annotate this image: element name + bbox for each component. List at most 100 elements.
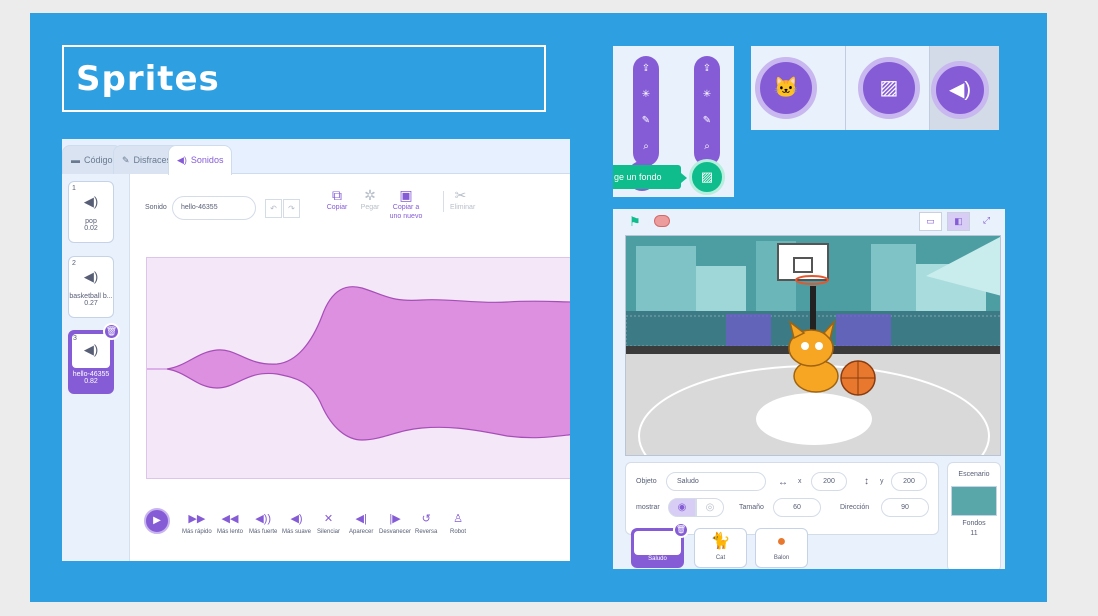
sound-toolbar: Sonido hello-46355 ↶ ↷ ⧉ Copiar ✲ Pegar ▣ C… xyxy=(137,187,567,242)
effect-robot[interactable]: ♙ Robot xyxy=(450,512,466,535)
sound-list: 1 ◀) pop 0.02 2 ◀) basketball b... 0.27 … xyxy=(62,174,130,561)
copy-new-icon: ▣ xyxy=(399,187,413,203)
stage-panel-screenshot: ⚑ ▭ ◧ ⤢ Objeto Saludo ↔ x 200 ↕ y 200 mo… xyxy=(613,209,1005,569)
sprite-thumb-cat[interactable]: 🐈 Cat xyxy=(694,528,747,568)
softer-icon: ◀) xyxy=(290,513,303,525)
eye-hidden-icon: ◎ xyxy=(705,502,715,513)
cat-sprite-icon: 🐈 xyxy=(710,533,731,550)
direction-input[interactable]: 90 xyxy=(881,498,929,517)
robot-icon: ♙ xyxy=(453,513,463,525)
trash-icon[interactable]: 🗑 xyxy=(103,323,120,340)
x-input[interactable]: 200 xyxy=(811,472,847,491)
paste-icon: ✲ xyxy=(364,187,376,203)
backdrop-menu-pill: ⇪ ✳ ✎ ⌕ xyxy=(694,56,720,166)
editor-tabs: ▬ Código ✎ Disfraces ◀) Sonidos xyxy=(62,139,570,175)
stop-icon[interactable] xyxy=(654,215,670,227)
effect-reverse[interactable]: ↺ Reversa xyxy=(415,512,437,535)
effect-faster[interactable]: ▶▶ Más rápido xyxy=(182,512,212,535)
small-stage-button[interactable]: ▭ xyxy=(919,212,942,231)
speaker-icon: ◀) xyxy=(177,155,187,165)
surprise-icon[interactable]: ✳ xyxy=(694,82,720,108)
tab-sounds[interactable]: ◀) Sonidos xyxy=(168,145,233,175)
green-flag-icon[interactable]: ⚑ xyxy=(629,214,641,230)
undo-icon[interactable]: ↶ xyxy=(265,199,282,218)
speaker-icon: ◀) xyxy=(83,342,99,357)
y-arrows-icon: ↕ xyxy=(864,476,869,487)
sprite-menu-pill: ⇪ ✳ ✎ ⌕ xyxy=(633,56,659,166)
sprite-thumb-saludo[interactable]: ⚲ Saludo 🗑 xyxy=(631,522,689,568)
brush-icon: ✎ xyxy=(122,155,130,165)
size-input[interactable]: 60 xyxy=(773,498,821,517)
effect-softer[interactable]: ◀) Más suave xyxy=(282,512,311,535)
waveform-svg xyxy=(147,286,570,441)
slide-title-box: Sprites xyxy=(62,45,546,112)
show-hidden-button[interactable]: ◎ xyxy=(696,498,724,517)
sound-icon: ◀) xyxy=(948,79,972,101)
play-button[interactable]: ▶ xyxy=(144,508,170,534)
scissors-icon: ✂ xyxy=(454,187,467,203)
show-visible-button[interactable]: ◉ xyxy=(668,498,696,517)
eye-icon: ◉ xyxy=(677,502,687,513)
basketball-sprite-icon: ● xyxy=(776,533,787,550)
sprite-thumb-balon[interactable]: ● Balon xyxy=(755,528,808,568)
effect-slower[interactable]: ◀◀ Más lento xyxy=(217,512,243,535)
y-input[interactable]: 200 xyxy=(891,472,927,491)
upload-icon[interactable]: ⇪ xyxy=(633,56,659,82)
paint-icon[interactable]: ✎ xyxy=(694,108,720,134)
paint-icon[interactable]: ✎ xyxy=(633,108,659,134)
sprite-name-input[interactable]: Saludo xyxy=(666,472,766,491)
effect-mute[interactable]: ✕ Silenciar xyxy=(317,512,340,535)
image-icon: ▨ xyxy=(879,77,899,99)
sound-item-basketball[interactable]: 2 ◀) basketball b... 0.27 xyxy=(68,256,114,318)
effect-louder[interactable]: ◀)) Más fuerte xyxy=(249,512,277,535)
choose-backdrop-tooltip: ge un fondo xyxy=(613,165,681,189)
louder-icon: ◀)) xyxy=(255,513,272,525)
effect-fade-in[interactable]: ◀| Aparecer xyxy=(349,512,373,535)
stage-thumbnail xyxy=(951,486,997,516)
code-icon: ▬ xyxy=(71,155,80,165)
slower-icon: ◀◀ xyxy=(221,513,239,525)
stage-scene-svg xyxy=(626,236,1000,455)
faster-icon: ▶▶ xyxy=(188,513,206,525)
copy-to-new-button[interactable]: ▣ Copiar a uno nuevo xyxy=(387,187,425,221)
reverse-icon: ↺ xyxy=(421,513,431,525)
fade-in-icon: ◀| xyxy=(355,513,367,525)
cat-icon: 🐱 xyxy=(773,77,799,99)
sound-item-hello[interactable]: 3 ◀) hello-46355 0.82 🗑 xyxy=(68,323,120,394)
normal-stage-button[interactable]: ◧ xyxy=(947,212,970,231)
sound-name-input[interactable]: hello-46355 xyxy=(172,196,256,220)
waveform-area[interactable] xyxy=(146,257,570,479)
sounds-editor-screenshot: ▬ Código ✎ Disfraces ◀) Sonidos 1 ◀) pop 0.… xyxy=(62,139,570,561)
choose-sprite-big-button[interactable]: 🐱 xyxy=(755,57,817,119)
fullscreen-icon: ⤢ xyxy=(982,215,991,225)
x-arrows-icon: ↔ xyxy=(778,477,788,488)
choose-backdrop-big-button[interactable]: ▨ xyxy=(858,57,920,119)
backdrop-icon: ▨ xyxy=(700,169,714,184)
search-icon[interactable]: ⌕ xyxy=(694,134,720,160)
backdrop-menu-screenshot: ⇪ ✳ ✎ ⌕ ge un fondo ⇪ ✳ ✎ ⌕ ▨ xyxy=(613,46,734,197)
sprite-list: ⚲ Saludo 🗑 🐈 Cat ● Balon xyxy=(625,522,939,569)
copy-button[interactable]: ⧉ Copiar xyxy=(323,187,351,212)
speaker-icon: ◀) xyxy=(83,269,99,284)
upload-icon[interactable]: ⇪ xyxy=(694,56,720,82)
mute-icon: ✕ xyxy=(323,513,334,525)
fade-out-icon: |▶ xyxy=(389,513,401,525)
stage-target-panel[interactable]: Escenario Fondos 11 xyxy=(947,462,1001,569)
trash-icon[interactable]: 🗑 xyxy=(673,522,689,538)
surprise-icon[interactable]: ✳ xyxy=(633,82,659,108)
delete-button[interactable]: ✂ Eliminar xyxy=(443,187,475,212)
choose-sound-big-button[interactable]: ◀) xyxy=(931,61,989,119)
add-buttons-screenshot: 🐱 ▨ ◀) xyxy=(751,46,999,130)
choose-backdrop-button[interactable]: ▨ xyxy=(689,159,725,195)
redo-icon[interactable]: ↷ xyxy=(283,199,300,218)
paste-button[interactable]: ✲ Pegar xyxy=(357,187,383,212)
normal-stage-icon: ◧ xyxy=(954,216,963,226)
search-icon[interactable]: ⌕ xyxy=(633,134,659,160)
stage-canvas[interactable] xyxy=(625,235,1001,456)
speaker-icon: ◀) xyxy=(83,194,99,209)
fullscreen-button[interactable]: ⤢ xyxy=(975,212,998,231)
effect-fade-out[interactable]: |▶ Desvanecer xyxy=(379,512,411,535)
copy-icon: ⧉ xyxy=(332,187,342,203)
sound-item-pop[interactable]: 1 ◀) pop 0.02 xyxy=(68,181,114,243)
small-stage-icon: ▭ xyxy=(926,216,935,226)
